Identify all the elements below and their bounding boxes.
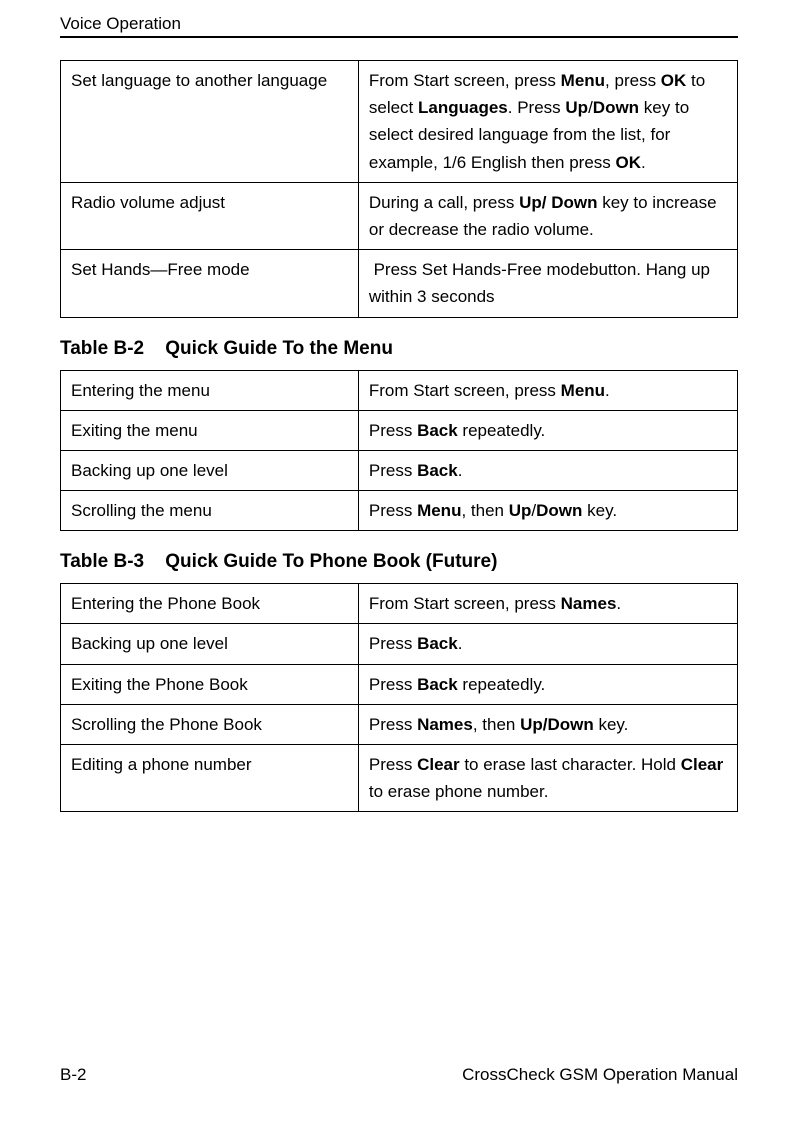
table-row: Backing up one levelPress Back. xyxy=(61,450,738,490)
table-b2-body: Entering the menuFrom Start screen, pres… xyxy=(61,370,738,531)
table-cell-description: Press Back repeatedly. xyxy=(358,410,737,450)
table-cell-description: Press Back. xyxy=(358,624,737,664)
table-row: Set Hands—Free mode Press Set Hands-Free… xyxy=(61,250,738,317)
doc-title: CrossCheck GSM Operation Manual xyxy=(462,1065,738,1085)
table-cell-description: Press Set Hands-Free modebutton. Hang up… xyxy=(358,250,737,317)
table-cell-description: Press Menu, then Up/Down key. xyxy=(358,491,737,531)
table-cell-action: Exiting the menu xyxy=(61,410,359,450)
table-cell-action: Backing up one level xyxy=(61,624,359,664)
table-row: Exiting the Phone BookPress Back repeate… xyxy=(61,664,738,704)
table-cell-description: Press Back repeatedly. xyxy=(358,664,737,704)
caption-title: Quick Guide To the Menu xyxy=(165,338,393,359)
table-cell-action: Set Hands—Free mode xyxy=(61,250,359,317)
table-cell-description: Press Back. xyxy=(358,450,737,490)
page-number: B-2 xyxy=(60,1065,86,1085)
table-cell-action: Radio volume adjust xyxy=(61,182,359,249)
table-row: Scrolling the menuPress Menu, then Up/Do… xyxy=(61,491,738,531)
table-cell-action: Entering the menu xyxy=(61,370,359,410)
table-cell-description: From Start screen, press Menu, press OK … xyxy=(358,61,737,183)
header-rule xyxy=(60,36,738,38)
table-cell-action: Backing up one level xyxy=(61,450,359,490)
running-head: Voice Operation xyxy=(60,14,738,36)
table-cell-action: Entering the Phone Book xyxy=(61,584,359,624)
table-b1-body: Set language to another languageFrom Sta… xyxy=(61,61,738,318)
table-row: Radio volume adjustDuring a call, press … xyxy=(61,182,738,249)
table-cell-description: From Start screen, press Names. xyxy=(358,584,737,624)
table-b2: Entering the menuFrom Start screen, pres… xyxy=(60,370,738,532)
table-row: Entering the menuFrom Start screen, pres… xyxy=(61,370,738,410)
table-cell-action: Set language to another language xyxy=(61,61,359,183)
table-row: Exiting the menuPress Back repeatedly. xyxy=(61,410,738,450)
page: Voice Operation Set language to another … xyxy=(0,0,788,1125)
caption-number: Table B-2 xyxy=(60,338,160,360)
table-row: Backing up one levelPress Back. xyxy=(61,624,738,664)
table-row: Set language to another languageFrom Sta… xyxy=(61,61,738,183)
caption-number: Table B-3 xyxy=(60,551,160,573)
table-row: Editing a phone numberPress Clear to era… xyxy=(61,745,738,812)
table-b3-body: Entering the Phone BookFrom Start screen… xyxy=(61,584,738,812)
table-cell-description: Press Names, then Up/Down key. xyxy=(358,704,737,744)
table-cell-action: Editing a phone number xyxy=(61,745,359,812)
table-cell-action: Scrolling the menu xyxy=(61,491,359,531)
table-cell-description: During a call, press Up/ Down key to inc… xyxy=(358,182,737,249)
caption-table-b2: Table B-2 Quick Guide To the Menu xyxy=(60,338,738,360)
footer: B-2 CrossCheck GSM Operation Manual xyxy=(60,1065,738,1085)
table-b1-continued: Set language to another languageFrom Sta… xyxy=(60,60,738,318)
table-cell-action: Exiting the Phone Book xyxy=(61,664,359,704)
table-b3: Entering the Phone BookFrom Start screen… xyxy=(60,583,738,812)
table-cell-description: From Start screen, press Menu. xyxy=(358,370,737,410)
table-cell-action: Scrolling the Phone Book xyxy=(61,704,359,744)
caption-title: Quick Guide To Phone Book (Future) xyxy=(165,551,497,572)
caption-table-b3: Table B-3 Quick Guide To Phone Book (Fut… xyxy=(60,551,738,573)
table-cell-description: Press Clear to erase last character. Hol… xyxy=(358,745,737,812)
table-row: Scrolling the Phone BookPress Names, the… xyxy=(61,704,738,744)
table-row: Entering the Phone BookFrom Start screen… xyxy=(61,584,738,624)
